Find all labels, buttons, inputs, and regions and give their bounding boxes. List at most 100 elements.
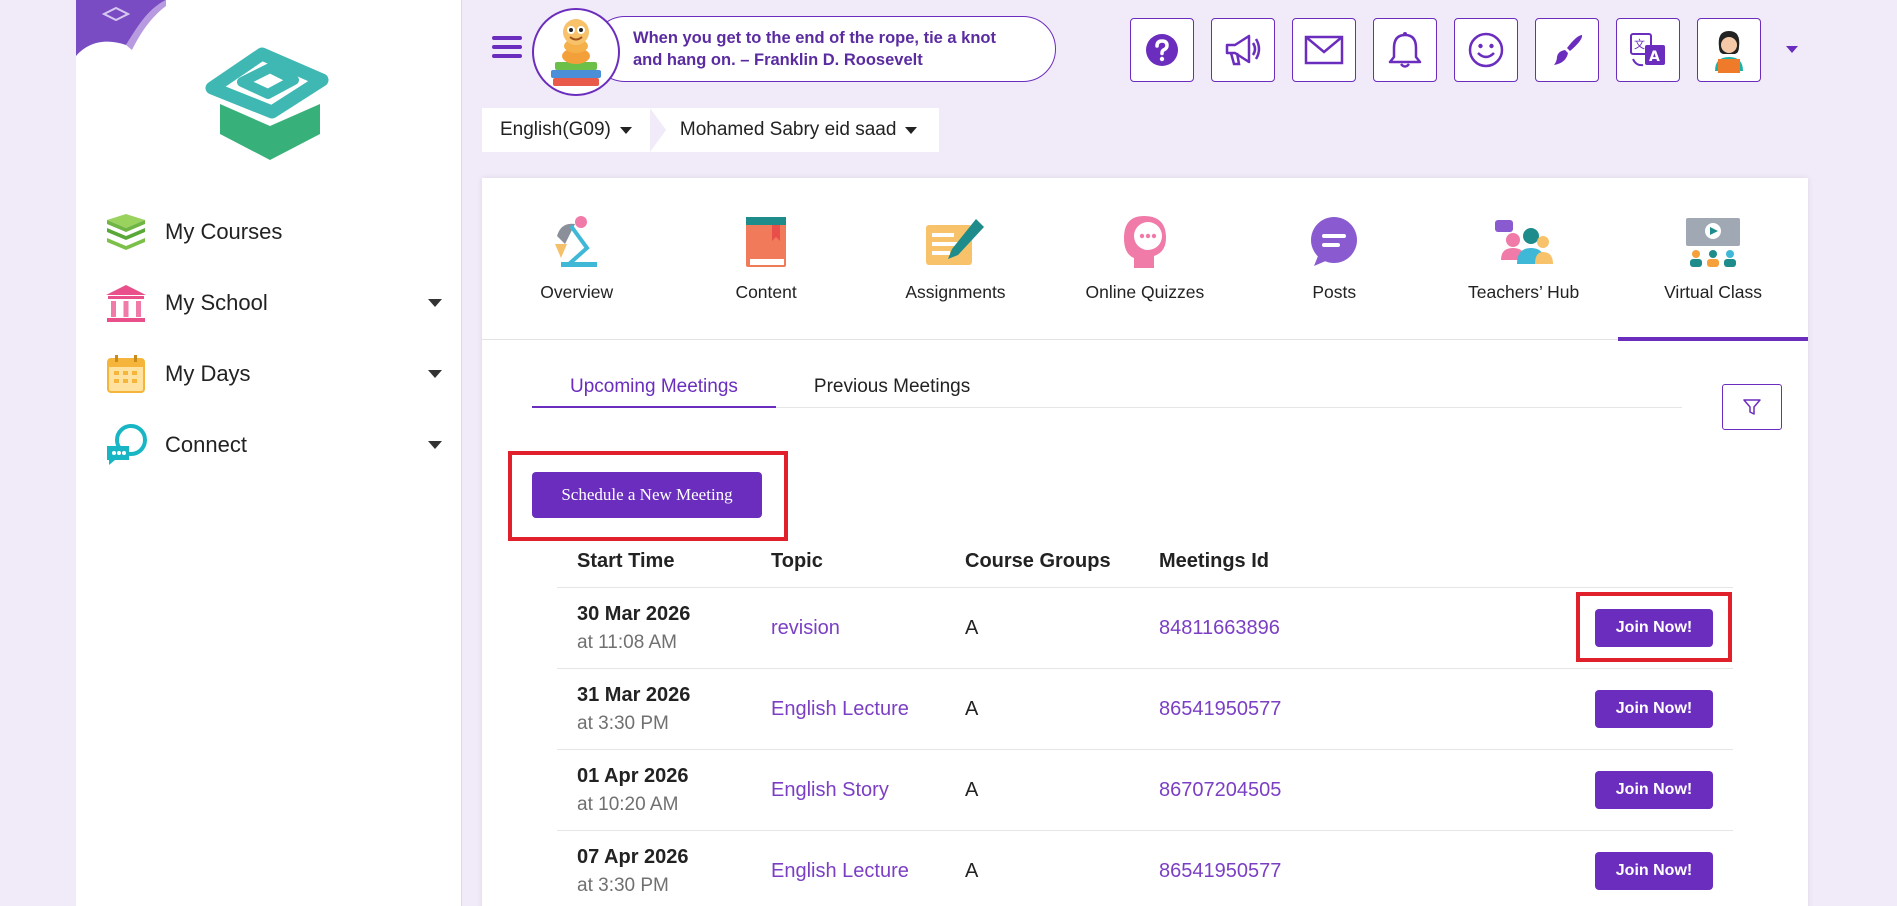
tab-teachers-hub[interactable]: Teachers’ Hub [1429,178,1618,340]
virtual-classroom-icon [1681,214,1745,270]
meeting-date: 01 Apr 2026 [577,764,689,787]
column-header: Topic [771,550,823,572]
bell-icon [1388,32,1422,68]
tab-online-quizzes[interactable]: Online Quizzes [1050,178,1239,340]
course-selector[interactable]: English(G09) [482,108,650,152]
topic-link[interactable]: English Lecture [751,860,945,883]
start-time-cell: 07 Apr 2026 at 3:30 PM [557,846,751,897]
meeting-date: 30 Mar 2026 [577,602,691,625]
hamburger-bar [492,36,522,40]
books-icon [104,210,148,254]
tab-label: Online Quizzes [1085,282,1205,302]
filter-button[interactable] [1722,384,1782,430]
quote-bubble: When you get to the end of the rope, tie… [592,16,1056,82]
start-time-cell: 30 Mar 2026 at 11:08 AM [557,603,751,654]
menu-toggle-button[interactable] [492,36,522,62]
schedule-new-meeting-button[interactable]: Schedule a New Meeting [532,472,762,518]
meeting-id-link[interactable]: 84811663896 [1139,617,1439,640]
tab-label: Content [735,282,797,302]
sidebar-item-connect[interactable]: Connect [76,409,462,480]
profile-menu-caret-icon[interactable] [1786,46,1798,53]
mood-button[interactable] [1454,18,1518,82]
profile-button[interactable] [1697,18,1761,82]
course-group-cell: A [965,697,979,720]
sidebar-item-label: My Days [165,360,251,386]
column-header: Meetings Id [1159,550,1270,572]
help-button[interactable] [1130,18,1194,82]
meeting-id-link[interactable]: 86541950577 [1139,698,1439,721]
topic-link[interactable]: English Lecture [751,698,945,721]
meeting-date: 07 Apr 2026 [577,845,689,868]
tab-label: Teachers’ Hub [1468,282,1580,302]
help-icon [1146,34,1178,66]
bookworm-mascot-icon [532,8,620,96]
table-row: 07 Apr 2026 at 3:30 PM English Lecture A… [557,831,1733,906]
sidebar-item-my-school[interactable]: My School [76,267,462,338]
theme-button[interactable] [1535,18,1599,82]
highlight-box [1576,592,1732,662]
tab-upcoming-meetings[interactable]: Upcoming Meetings [532,374,776,408]
meeting-time: at 11:08 AM [577,631,677,653]
join-now-button[interactable]: Join Now! [1595,852,1713,890]
teacher-selector[interactable]: Mohamed Sabry eid saad [666,108,940,152]
notifications-button[interactable] [1373,18,1437,82]
meeting-date: 31 Mar 2026 [577,683,691,706]
course-name: English(G09) [500,119,611,140]
table-header: Start Time Topic Course Groups Meetings … [557,546,1733,588]
breadcrumb: English(G09) Mohamed Sabry eid saad [482,108,940,152]
table-row: 31 Mar 2026 at 3:30 PM English Lecture A… [557,669,1733,750]
tab-previous-meetings[interactable]: Previous Meetings [776,374,1008,408]
join-now-button[interactable]: Join Now! [1595,771,1713,809]
topic-link[interactable]: English Story [751,779,945,802]
assignment-pen-icon [923,214,987,270]
tab-content[interactable]: Content [671,178,860,340]
meeting-time: at 10:20 AM [577,793,679,815]
quote-line: When you get to the end of the rope, tie… [633,29,996,47]
meeting-time: at 3:30 PM [577,712,669,734]
sidebar-item-my-courses[interactable]: My Courses [76,196,462,267]
sidebar-nav: My Courses My School My Days Connect [76,196,462,480]
sidebar-item-my-days[interactable]: My Days [76,338,462,409]
page-curl-logo-icon [76,0,166,56]
table-row: 30 Mar 2026 at 11:08 AM revision A 84811… [557,588,1733,669]
profile-avatar-icon [1715,31,1743,73]
head-thinking-icon [1113,214,1177,270]
book-icon [734,214,798,270]
chevron-down-icon[interactable] [428,441,442,449]
school-logo-icon [205,47,329,160]
chevron-down-icon[interactable] [428,299,442,307]
tab-virtual-class[interactable]: Virtual Class [1618,178,1809,341]
join-now-button[interactable]: Join Now! [1595,690,1713,728]
tab-label: Assignments [905,282,1006,302]
course-group-cell: A [965,616,979,639]
svg-text:文: 文 [1634,37,1645,51]
meeting-id-link[interactable]: 86541950577 [1139,860,1439,883]
teacher-name: Mohamed Sabry eid saad [679,119,897,140]
smiley-icon [1468,32,1504,68]
sidebar-item-label: My School [165,289,268,315]
translate-icon: 文A [1630,33,1665,67]
school-building-icon [104,281,148,325]
language-button[interactable]: 文A [1616,18,1680,82]
tab-posts[interactable]: Posts [1240,178,1429,340]
messages-button[interactable] [1292,18,1356,82]
announcements-button[interactable] [1211,18,1275,82]
tab-assignments[interactable]: Assignments [861,178,1050,340]
course-group-cell: A [965,859,979,882]
announcement-icon [1225,34,1261,66]
quote-line: and hang on. – Franklin D. Roosevelt [633,51,923,69]
meetings-table: Start Time Topic Course Groups Meetings … [557,546,1733,906]
hamburger-bar [492,45,522,49]
hamburger-bar [492,54,522,58]
chevron-down-icon[interactable] [428,370,442,378]
chat-bubbles-icon [104,423,148,467]
tab-overview[interactable]: Overview [482,178,671,340]
svg-text:A: A [1649,49,1660,65]
paint-brush-icon [1554,35,1583,65]
topic-link[interactable]: revision [751,617,945,640]
mail-icon [1304,35,1344,65]
meeting-id-link[interactable]: 86707204505 [1139,779,1439,802]
tab-label: Posts [1312,282,1357,302]
column-header: Course Groups [965,550,1111,572]
course-panel: Overview Content Assignments Online Quiz… [482,178,1809,906]
